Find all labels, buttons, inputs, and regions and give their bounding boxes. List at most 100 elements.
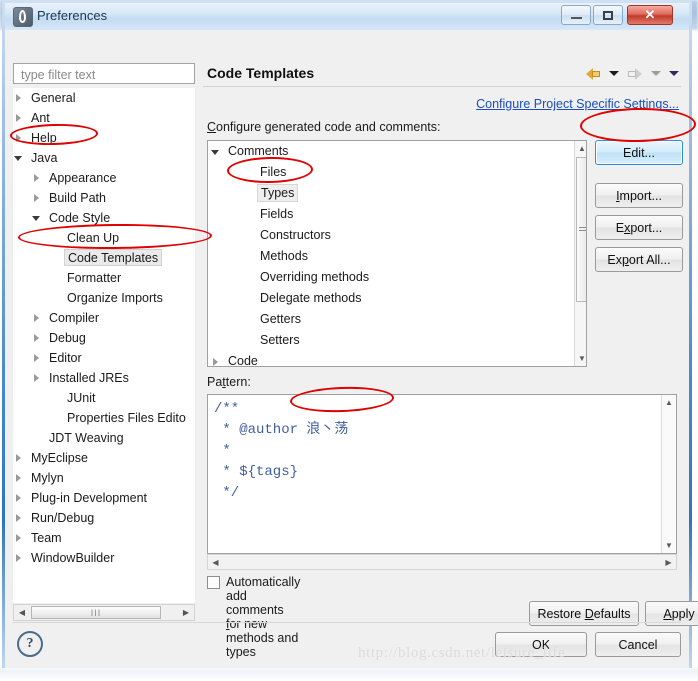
templates-item-delegate-methods[interactable]: Delegate methods	[208, 288, 586, 309]
search-input[interactable]	[19, 66, 193, 84]
sidebar-item-team[interactable]: Team	[14, 528, 195, 548]
sidebar-item-label: Debug	[49, 331, 86, 345]
templates-item-constructors[interactable]: Constructors	[208, 225, 586, 246]
scroll-left-icon[interactable]: ◀	[14, 605, 30, 620]
sidebar-item-properties-files-edito[interactable]: Properties Files Edito	[14, 408, 195, 428]
chevron-right-icon[interactable]	[32, 188, 42, 208]
scrollbar-thumb[interactable]: III	[31, 606, 161, 619]
sidebar-item-general[interactable]: General	[14, 88, 195, 108]
sidebar-item-code-style[interactable]: Code Style	[14, 208, 195, 228]
sidebar-item-build-path[interactable]: Build Path	[14, 188, 195, 208]
chevron-right-icon[interactable]	[210, 351, 222, 366]
chevron-right-icon[interactable]	[14, 448, 24, 468]
chevron-right-icon[interactable]	[14, 468, 24, 488]
templates-item-code[interactable]: Code	[208, 351, 586, 366]
templates-item-types[interactable]: Types	[208, 183, 586, 204]
sidebar-item-jdt-weaving[interactable]: JDT Weaving	[14, 428, 195, 448]
sidebar-item-organize-imports[interactable]: Organize Imports	[14, 288, 195, 308]
edit-button[interactable]: Edit...	[595, 140, 683, 165]
chevron-right-icon[interactable]	[14, 548, 24, 568]
chevron-right-icon[interactable]	[14, 108, 24, 128]
forward-arrow-icon[interactable]	[627, 67, 643, 81]
sidebar-item-label: General	[31, 91, 76, 105]
chevron-down-icon[interactable]	[210, 141, 222, 162]
export-all-button[interactable]: Export All...	[595, 247, 683, 272]
page-title: Code Templates	[207, 65, 315, 81]
scroll-left-icon[interactable]: ◀	[208, 555, 223, 569]
templates-item-fields[interactable]: Fields	[208, 204, 586, 225]
chevron-right-icon[interactable]	[14, 88, 24, 108]
templates-tree[interactable]: Comments Files Types Fields Constructors Meth…	[207, 140, 587, 367]
cancel-button[interactable]: Cancel	[595, 632, 681, 657]
chevron-right-icon[interactable]	[32, 328, 42, 348]
sidebar-item-installed-jres[interactable]: Installed JREs	[14, 368, 195, 388]
sidebar-item-editor[interactable]: Editor	[14, 348, 195, 368]
filter-box[interactable]	[13, 63, 195, 84]
sidebar-item-mylyn[interactable]: Mylyn	[14, 468, 195, 488]
maximize-button[interactable]	[593, 5, 623, 25]
back-dropdown-icon[interactable]	[608, 71, 619, 77]
templates-item-overriding-methods[interactable]: Overriding methods	[208, 267, 586, 288]
sidebar-item-clean-up[interactable]: Clean Up	[14, 228, 195, 248]
scroll-right-icon[interactable]: ▶	[661, 555, 676, 569]
help-icon[interactable]: ?	[17, 631, 43, 657]
chevron-right-icon[interactable]	[32, 308, 42, 328]
chevron-right-icon[interactable]	[14, 488, 24, 508]
sidebar-horizontal-scrollbar[interactable]: ◀ III ▶	[13, 604, 195, 621]
sidebar-item-compiler[interactable]: Compiler	[14, 308, 195, 328]
sidebar-item-label: Build Path	[49, 191, 106, 205]
chevron-right-icon[interactable]	[14, 508, 24, 528]
chevron-right-icon[interactable]	[14, 128, 24, 148]
sidebar-item-windowbuilder[interactable]: WindowBuilder	[14, 548, 195, 568]
templates-item-files[interactable]: Files	[208, 162, 586, 183]
sidebar-item-myeclipse[interactable]: MyEclipse	[14, 448, 195, 468]
sidebar-item-label: Formatter	[67, 271, 122, 285]
scroll-up-icon[interactable]: ▲	[662, 395, 676, 410]
view-menu-dropdown-icon[interactable]	[669, 71, 679, 77]
scroll-down-icon[interactable]: ▼	[575, 351, 586, 366]
minimize-button[interactable]	[561, 5, 591, 25]
chevron-right-icon[interactable]	[32, 348, 42, 368]
scrollbar-thumb[interactable]	[576, 157, 586, 302]
back-arrow-icon[interactable]	[585, 67, 601, 81]
chevron-down-icon[interactable]	[14, 148, 24, 168]
chevron-right-icon[interactable]	[14, 528, 24, 548]
auto-comments-checkbox[interactable]	[207, 576, 220, 589]
pattern-vertical-scrollbar[interactable]: ▲ ▼	[661, 395, 676, 553]
sidebar-item-code-templates[interactable]: Code Templates	[14, 248, 195, 268]
configure-project-specific-settings-link[interactable]: Configure Project Specific Settings...	[476, 97, 679, 111]
sidebar-item-ant[interactable]: Ant	[14, 108, 195, 128]
maximize-icon	[594, 6, 622, 24]
chevron-right-icon[interactable]	[32, 368, 42, 388]
sidebar-item-appearance[interactable]: Appearance	[14, 168, 195, 188]
pattern-horizontal-scrollbar[interactable]: ◀ ▶	[207, 554, 677, 570]
templates-item-methods[interactable]: Methods	[208, 246, 586, 267]
templates-item-getters[interactable]: Getters	[208, 309, 586, 330]
sidebar-item-plug-in-development[interactable]: Plug-in Development	[14, 488, 195, 508]
sidebar-item-label: Team	[31, 531, 62, 545]
scroll-up-icon[interactable]: ▲	[575, 141, 586, 156]
sidebar-item-help[interactable]: Help	[14, 128, 195, 148]
sidebar-item-junit[interactable]: JUnit	[14, 388, 195, 408]
templates-item-label: Fields	[260, 207, 294, 221]
sidebar-item-java[interactable]: Java	[14, 148, 195, 168]
chevron-down-icon[interactable]	[32, 208, 42, 228]
pattern-textarea[interactable]: /** * @author 浪丶荡 * * ${tags} */ ▲ ▼	[207, 394, 677, 554]
close-button[interactable]: ✕	[627, 5, 673, 25]
sidebar-item-run-debug[interactable]: Run/Debug	[14, 508, 195, 528]
chevron-right-icon[interactable]	[32, 168, 42, 188]
scroll-down-icon[interactable]: ▼	[662, 538, 676, 553]
templates-vertical-scrollbar[interactable]: ▲ ▼	[574, 141, 586, 366]
preferences-tree[interactable]: General Ant Help Java Appearance Build Path Co…	[13, 88, 195, 603]
title-divider	[203, 86, 681, 87]
forward-dropdown-icon[interactable]	[650, 71, 661, 77]
templates-item-label: Constructors	[260, 228, 331, 242]
preferences-sidebar: General Ant Help Java Appearance Build Path Co…	[13, 63, 195, 621]
sidebar-item-debug[interactable]: Debug	[14, 328, 195, 348]
sidebar-item-formatter[interactable]: Formatter	[14, 268, 195, 288]
templates-item-setters[interactable]: Setters	[208, 330, 586, 351]
export-button[interactable]: Export...	[595, 215, 683, 240]
scroll-right-icon[interactable]: ▶	[178, 605, 194, 620]
import-button[interactable]: Import...	[595, 183, 683, 208]
templates-item-comments[interactable]: Comments	[208, 141, 586, 162]
